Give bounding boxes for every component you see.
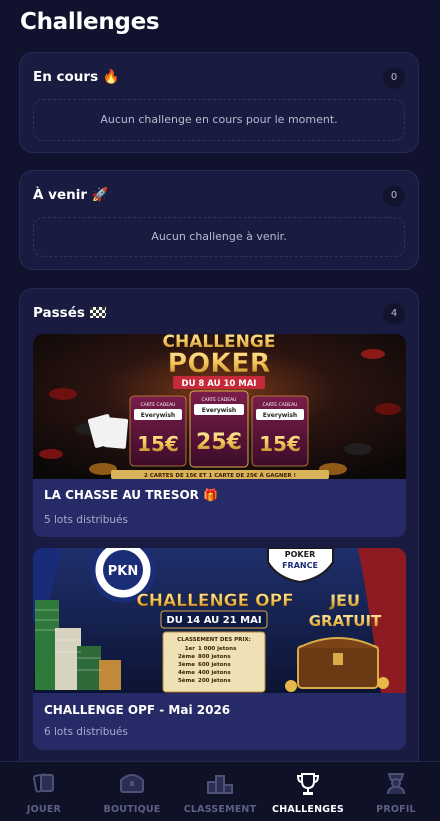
banner-dates: DU 8 AU 10 MAI — [182, 379, 257, 389]
svg-text:Everywish: Everywish — [263, 412, 297, 419]
section-en-cours: En cours 🔥 0 Aucun challenge en cours po… — [19, 52, 419, 153]
section-passes: Passés 4 CHALLENGE POKER DU 8 AU 10 MAI … — [19, 288, 419, 778]
banner-dates: DU 14 AU 21 MAI — [166, 615, 261, 626]
section-header: En cours 🔥 0 — [33, 67, 405, 89]
challenge-banner-poker: CHALLENGE POKER DU 8 AU 10 MAI CARTE CAD… — [33, 334, 406, 479]
profile-icon — [383, 770, 409, 800]
count-badge: 0 — [383, 185, 405, 207]
svg-text:200 jetons: 200 jetons — [198, 678, 231, 684]
count-badge: 0 — [383, 67, 405, 89]
trophy-icon — [294, 770, 322, 802]
banner-art: PKN POKER FRANCE CHALLENGE OPF DU 14 AU … — [33, 548, 406, 693]
banner-free-1: JEU — [329, 591, 360, 610]
svg-text:15€: 15€ — [137, 432, 179, 456]
challenge-title: LA CHASSE AU TRESOR 🎁 — [44, 488, 218, 502]
section-title: À venir 🚀 — [33, 187, 109, 203]
nav-item-classement[interactable]: CLASSEMENT — [176, 762, 264, 821]
empty-state-text: Aucun challenge en cours pour le moment. — [100, 113, 338, 126]
gift-card-left: CARTE CADEAU Everywish 15€ — [129, 395, 187, 467]
section-title-text: Passés — [33, 305, 85, 321]
svg-text:25€: 25€ — [196, 430, 242, 455]
svg-text:600 jetons: 600 jetons — [198, 662, 231, 668]
gift-card-right: CARTE CADEAU Everywish 15€ — [251, 395, 309, 467]
section-header: Passés 4 — [33, 303, 405, 325]
svg-text:4ème: 4ème — [178, 669, 195, 676]
svg-text:15€: 15€ — [259, 432, 301, 456]
nav-label: CLASSEMENT — [183, 804, 257, 815]
banner-art: CHALLENGE POKER DU 8 AU 10 MAI CARTE CAD… — [33, 334, 406, 479]
checkered-flag-icon — [89, 307, 106, 318]
banner-logo-right-2: FRANCE — [282, 561, 318, 570]
svg-text:400 jetons: 400 jetons — [198, 670, 231, 676]
challenge-card[interactable]: CHALLENGE POKER DU 8 AU 10 MAI CARTE CAD… — [33, 334, 406, 537]
empty-state-text: Aucun challenge à venir. — [151, 230, 287, 243]
banner-footer: 2 CARTES DE 15€ ET 1 CARTE DE 25€ À GAGN… — [144, 472, 296, 479]
challenge-subtitle: 5 lots distribués — [44, 514, 128, 526]
nav-item-jouer[interactable]: JOUER — [0, 762, 88, 821]
challenge-card[interactable]: PKN POKER FRANCE CHALLENGE OPF DU 14 AU … — [33, 548, 406, 750]
banner-logo-left: PKN — [108, 564, 138, 579]
podium-icon — [206, 770, 234, 800]
empty-state: Aucun challenge à venir. — [33, 217, 405, 257]
chest-icon — [118, 770, 146, 800]
gift-icon: 🎁 — [203, 488, 219, 502]
banner-free-2: GRATUIT — [309, 612, 382, 630]
challenge-title-text: LA CHASSE AU TRESOR — [44, 488, 199, 502]
count-badge: 4 — [383, 303, 405, 325]
nav-label: CHALLENGES — [272, 804, 344, 815]
banner-headline: CHALLENGE OPF — [136, 591, 293, 611]
svg-text:CARTE CADEAU: CARTE CADEAU — [263, 402, 298, 408]
nav-item-challenges[interactable]: CHALLENGES — [264, 762, 352, 821]
banner-line2: POKER — [168, 348, 271, 379]
ranking-title: CLASSEMENT DES PRIX: — [177, 637, 251, 643]
svg-text:Everywish: Everywish — [202, 407, 236, 414]
nav-item-profil[interactable]: PROFIL — [352, 762, 440, 821]
section-title-text: À venir — [33, 187, 87, 203]
section-title-text: En cours — [33, 69, 99, 85]
svg-text:5ème: 5ème — [178, 677, 195, 684]
challenge-banner-opf: PKN POKER FRANCE CHALLENGE OPF DU 14 AU … — [33, 548, 406, 693]
svg-text:2ème: 2ème — [178, 653, 195, 660]
svg-text:CARTE CADEAU: CARTE CADEAU — [141, 402, 176, 408]
empty-state: Aucun challenge en cours pour le moment. — [33, 99, 405, 141]
challenge-subtitle: 6 lots distribués — [44, 726, 128, 738]
section-title: En cours 🔥 — [33, 69, 120, 85]
section-header: À venir 🚀 0 — [33, 185, 405, 207]
bottom-nav: JOUER BOUTIQUE CLASSEMENT CHALLENGES PRO… — [0, 761, 440, 821]
rocket-icon: 🚀 — [91, 187, 109, 203]
section-title: Passés — [33, 305, 106, 321]
svg-text:Everywish: Everywish — [141, 412, 175, 419]
svg-text:800 jetons: 800 jetons — [198, 654, 231, 660]
nav-label: PROFIL — [376, 804, 416, 815]
ranking-list: 1er 1 000 jetons 2ème 800 jetons 3ème 60… — [178, 646, 237, 684]
svg-text:CARTE CADEAU: CARTE CADEAU — [202, 397, 237, 403]
nav-item-boutique[interactable]: BOUTIQUE — [88, 762, 176, 821]
cards-icon — [31, 770, 57, 800]
page-title: Challenges — [20, 9, 160, 35]
challenge-title: CHALLENGE OPF - Mai 2026 — [44, 703, 231, 717]
nav-label: JOUER — [26, 804, 62, 815]
fire-icon: 🔥 — [102, 69, 120, 85]
svg-text:3ème: 3ème — [178, 661, 195, 668]
gift-card-center: CARTE CADEAU Everywish 25€ — [189, 390, 249, 468]
nav-label: BOUTIQUE — [103, 804, 161, 815]
banner-logo-right-1: POKER — [285, 550, 316, 559]
svg-text:1 000 jetons: 1 000 jetons — [198, 646, 237, 652]
section-a-venir: À venir 🚀 0 Aucun challenge à venir. — [19, 170, 419, 270]
svg-text:1er: 1er — [185, 646, 196, 652]
